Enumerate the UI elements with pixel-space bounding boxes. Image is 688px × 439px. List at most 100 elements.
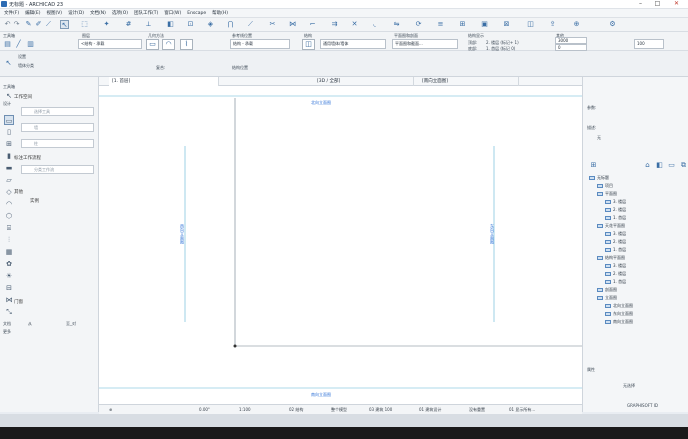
tree-item[interactable]: 东向立面图 (605, 311, 633, 317)
height-input[interactable]: 100 (634, 39, 664, 49)
fillet-icon[interactable]: ◟ (370, 20, 379, 29)
tab-3d[interactable]: [3D / 全部] (314, 77, 414, 86)
tree-item[interactable]: 南向立面图 (605, 319, 633, 325)
undo-icon[interactable]: ↶ (3, 20, 12, 29)
view-map-icon[interactable]: ◧ (655, 161, 664, 170)
menu-window[interactable]: 窗口(W) (164, 10, 181, 16)
tree-item[interactable]: 2. 楼层 (605, 239, 626, 245)
magnet-icon[interactable]: ⋂ (226, 20, 235, 29)
intersect-icon[interactable]: ✕ (350, 20, 359, 29)
close-button[interactable]: ✕ (670, 1, 683, 8)
tree-floor-plans[interactable]: 平面图 (597, 191, 617, 197)
settings-icon[interactable]: ⚙ (608, 20, 617, 29)
tree-item[interactable]: 3. 楼层 (605, 263, 626, 269)
grid-snap-icon[interactable]: # (124, 20, 133, 29)
section-workspace[interactable]: 工作空间 (14, 94, 32, 100)
tree-elevations[interactable]: 立面图 (597, 295, 617, 301)
dimension-icon[interactable]: ⤡ (4, 307, 14, 317)
zone-icon[interactable]: ⊟ (4, 283, 14, 293)
pointer-icon[interactable]: ↖ (4, 59, 13, 68)
section-annotation[interactable]: 标注工作流程 (14, 155, 41, 161)
tree-item[interactable]: 1. 首层 (605, 247, 626, 253)
trace-icon[interactable]: ◧ (166, 20, 175, 29)
adjust-icon[interactable]: ⌐ (308, 20, 317, 29)
line-tool-icon[interactable]: ╱ (14, 40, 23, 49)
menu-file[interactable]: 文件(F) (4, 10, 19, 16)
zoom-box-icon[interactable]: ⊡ (186, 20, 195, 29)
window-icon[interactable]: ⊞ (4, 139, 14, 149)
menu-design[interactable]: 设计(D) (68, 10, 84, 16)
column-tool-icon[interactable]: ▥ (26, 40, 35, 49)
redo-icon[interactable]: ↷ (12, 20, 21, 29)
lamp-icon[interactable]: ☀ (4, 271, 14, 281)
menu-teamwork[interactable]: 团队工作(T) (134, 10, 158, 16)
tree-ceiling-plans[interactable]: 天花平面图 (597, 223, 625, 229)
menu-edit[interactable]: 编辑(E) (25, 10, 40, 16)
tree-root[interactable]: 无标题 (589, 175, 609, 181)
stair-icon[interactable]: ⌸ (4, 223, 14, 233)
column-tool-button[interactable]: 柱 (21, 139, 94, 148)
curtain-wall-icon[interactable]: ▦ (4, 247, 14, 257)
slab-icon[interactable]: ▱ (4, 175, 14, 185)
guideline-icon[interactable]: ⟋ (246, 20, 255, 29)
beam-icon[interactable]: ▬ (4, 163, 14, 173)
classification-button[interactable]: 分类工作流 (21, 165, 94, 174)
eyedropper-icon[interactable]: ⟋ (44, 20, 53, 29)
menu-view[interactable]: 视图(V) (46, 10, 62, 16)
section-other[interactable]: 其他 (14, 189, 23, 195)
geometry-chain-button[interactable]: ⌇ (180, 39, 193, 50)
tree-structure-plans[interactable]: 结构平面图 (597, 255, 625, 261)
distribute-icon[interactable]: ⊞ (458, 20, 467, 29)
roof-icon[interactable]: ◇ (4, 187, 14, 197)
rotate-icon[interactable]: ⟳ (414, 20, 423, 29)
morph-icon[interactable]: ⬡ (4, 211, 14, 221)
west-elevation-label[interactable]: 西向立面图 (179, 224, 185, 244)
geometry-straight-button[interactable]: ▭ (146, 39, 159, 50)
instance-item[interactable]: 实例 (30, 198, 39, 204)
tree-item[interactable]: 2. 楼层 (605, 207, 626, 213)
structure-dropdown[interactable]: 通用墙体/墙体 (320, 39, 386, 49)
publisher-icon[interactable]: ⧉ (679, 161, 688, 170)
shell-icon[interactable]: ◠ (4, 199, 14, 209)
east-elevation-label[interactable]: 东向立面图 (489, 224, 495, 244)
bottom-offset-input[interactable]: 0 (555, 44, 587, 51)
arrow-tool-icon[interactable]: ↖ (4, 91, 14, 101)
tree-item[interactable]: 1. 首层 (605, 279, 626, 285)
plan-section-dropdown[interactable]: 平面图和截面... (392, 39, 458, 49)
column-icon[interactable]: ▮ (4, 151, 14, 161)
tab-south-elevation[interactable]: [南向立面图] (419, 77, 519, 86)
teamwork-icon[interactable]: ⊕ (572, 20, 581, 29)
project-map-icon[interactable]: ⌂ (643, 161, 652, 170)
menu-help[interactable]: 帮助(H) (212, 10, 228, 16)
magic-wand-icon[interactable]: ✦ (102, 20, 111, 29)
tree-item[interactable]: 1. 首层 (605, 215, 626, 221)
group-icon[interactable]: ▣ (480, 20, 489, 29)
geometry-curved-button[interactable]: ◠ (162, 39, 175, 50)
minimize-button[interactable]: – (634, 1, 647, 8)
navigator-icon[interactable]: ⊞ (589, 161, 598, 170)
select-tool-button[interactable]: 选择工具 (21, 107, 94, 116)
wall-tool-icon[interactable]: ▤ (3, 40, 12, 49)
graphisoft-id[interactable]: GRAPHISOFT ID (627, 403, 658, 408)
structure-button[interactable]: ◫ (302, 39, 315, 50)
offset-icon[interactable]: ⇉ (330, 20, 339, 29)
split-icon[interactable]: ⋈ (288, 20, 297, 29)
tab-floor-plan[interactable]: [1. 首层] (109, 77, 219, 86)
south-elevation-label[interactable]: 南向立面图 (311, 392, 331, 398)
tree-item[interactable]: 3. 楼层 (605, 231, 626, 237)
section-doors-windows[interactable]: 门窗 (14, 299, 23, 305)
layout-book-icon[interactable]: ▭ (667, 161, 676, 170)
drawing-canvas[interactable]: 北向立面图 南向立面图 西向立面图 东向立面图 (99, 86, 582, 404)
arrow-select-icon[interactable]: ↖ (60, 20, 69, 29)
tree-item[interactable]: 2. 楼层 (605, 271, 626, 277)
north-elevation-label[interactable]: 北向立面图 (311, 100, 331, 106)
wall-icon[interactable]: ▭ (4, 115, 14, 125)
menu-enscape[interactable]: Enscape (187, 11, 206, 16)
layer-dropdown[interactable]: <结构 - 承载 (78, 39, 142, 49)
reference-dropdown[interactable]: 结构 - 承载 (230, 39, 290, 49)
tree-item[interactable]: 3. 楼层 (605, 199, 626, 205)
layer-icon[interactable]: ◫ (526, 20, 535, 29)
mirror-icon[interactable]: ⇋ (392, 20, 401, 29)
maximize-button[interactable]: □ (651, 1, 664, 8)
align-icon[interactable]: ≡ (436, 20, 445, 29)
